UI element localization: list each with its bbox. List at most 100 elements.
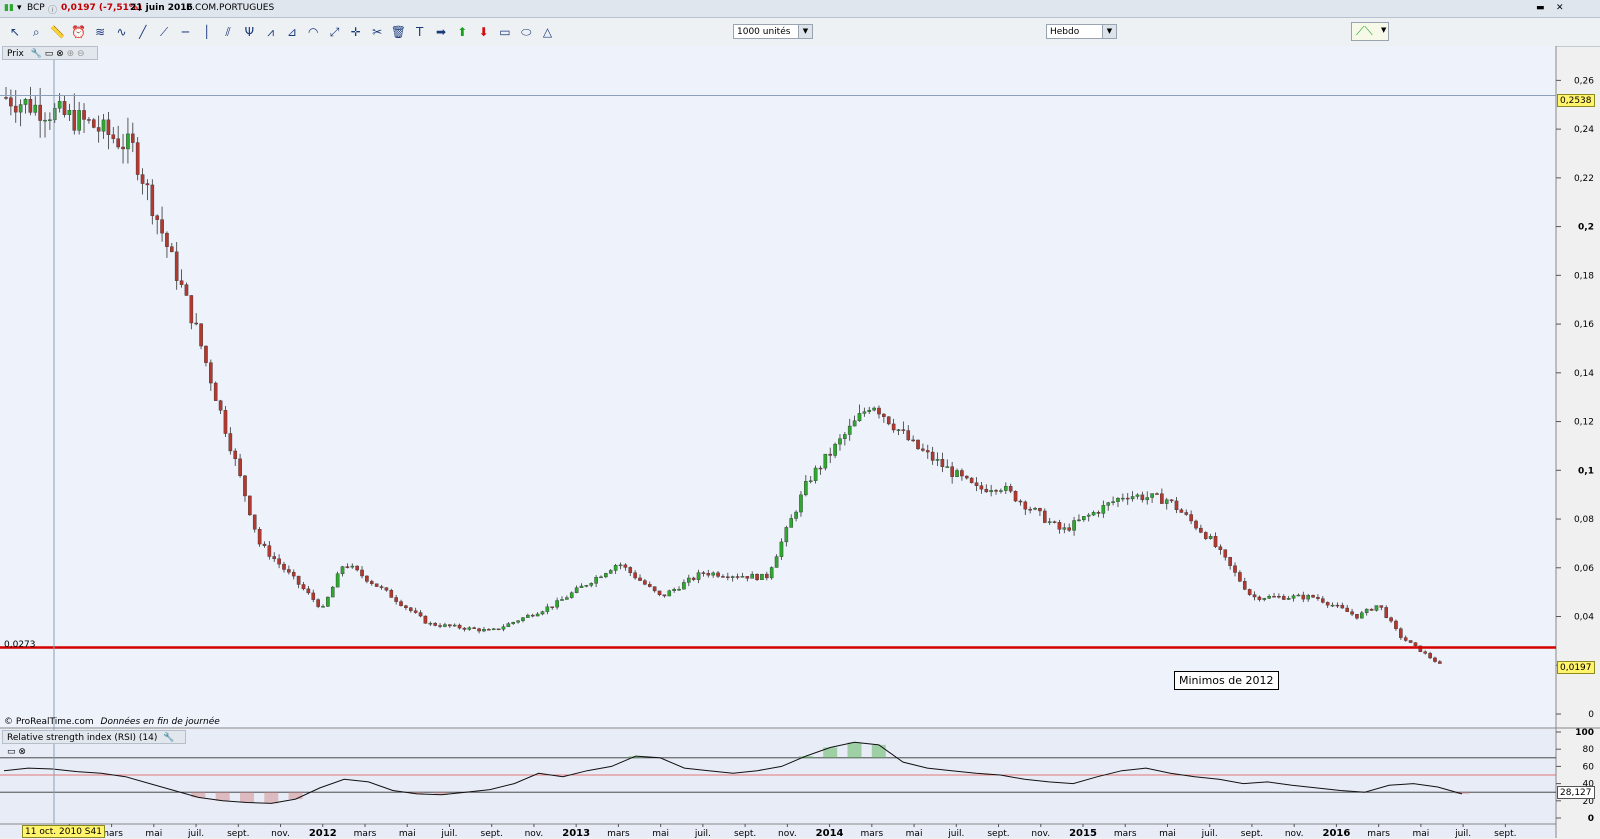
chevron-down-icon[interactable]: ▼ — [798, 25, 812, 38]
window-icon[interactable]: ▭ — [7, 747, 16, 757]
candle-body — [511, 621, 516, 624]
info-icon[interactable]: ⓘ — [48, 3, 57, 16]
wrench-icon[interactable]: 🔧 — [31, 49, 42, 59]
candle-body — [1164, 499, 1169, 504]
regression-icon[interactable]: ⩘ — [263, 24, 279, 40]
candle-body — [794, 511, 798, 519]
ellipse-icon[interactable]: ⬭ — [518, 24, 534, 40]
candle-body — [374, 583, 379, 587]
candle-body — [379, 586, 384, 588]
candle-body — [1072, 520, 1076, 531]
candle-body — [194, 322, 199, 325]
candle-body — [257, 529, 262, 545]
rsi-panel-tab[interactable]: Relative strength index (RSI) (14) 🔧 ▭ ⊗ — [2, 730, 186, 757]
candle-body — [43, 119, 47, 122]
x-year-label: 2016 — [1322, 828, 1350, 838]
period-select[interactable]: Hebdo ▼ — [1046, 24, 1117, 39]
candle-body — [589, 583, 594, 586]
symbol[interactable]: BCP — [27, 3, 45, 13]
arrow-up-green-icon[interactable]: ⬆ — [454, 24, 470, 40]
candle-body — [218, 400, 223, 411]
candle-body — [964, 475, 969, 479]
chevron-down-icon[interactable]: ▼ — [1102, 25, 1116, 38]
vline-icon[interactable]: │ — [199, 24, 215, 40]
cursor-date-flag: 11 oct. 2010 S41 — [22, 825, 105, 838]
candle-body — [1086, 514, 1091, 517]
crosshair-icon[interactable]: ✛ — [348, 24, 364, 40]
candle-body — [131, 133, 135, 143]
arrow-down-red-icon[interactable]: ⬇ — [476, 24, 492, 40]
arc-icon[interactable]: ◠ — [305, 24, 321, 40]
candle-body — [340, 566, 345, 574]
x-month-label: mai — [399, 829, 416, 838]
y-tick-label: 0,26 — [1574, 76, 1594, 86]
close-icon[interactable]: ✕ — [1556, 3, 1564, 13]
arrow-right-icon[interactable]: ➡ — [433, 24, 449, 40]
candle-body — [1047, 521, 1052, 523]
chart-type-icon[interactable]: ▮▮ — [4, 3, 14, 13]
price-panel-tab[interactable]: Prix 🔧 ▭ ⊗ ⊕ ⊖ — [2, 46, 98, 60]
candle-body — [808, 480, 813, 482]
rsi-tick-label: 80 — [1583, 745, 1595, 755]
candle-body — [38, 104, 42, 121]
text-icon[interactable]: T — [412, 24, 428, 40]
wrench-icon[interactable]: 🔧 — [163, 733, 174, 743]
close-icon[interactable]: ⊗ — [18, 747, 26, 757]
dropdown-arrow-icon[interactable]: ▾ — [17, 3, 22, 13]
candle-body — [1433, 657, 1437, 662]
hline-icon[interactable]: ─ — [177, 24, 193, 40]
rsi-tick-label: 0 — [1588, 814, 1594, 824]
fibonacci-icon[interactable]: ≋ — [92, 24, 108, 40]
pitchfork-icon[interactable]: Ψ — [241, 24, 257, 40]
candle-body — [213, 382, 218, 401]
footer-credit: © ProRealTime.com Données en fin de jour… — [4, 717, 220, 727]
up-icon[interactable]: ⊕ — [67, 49, 75, 59]
annotation-minimos[interactable]: Minimos de 2012 — [1174, 671, 1279, 690]
indicator-icon[interactable]: ∿ — [114, 24, 130, 40]
y-tick-label: 0 — [1588, 710, 1594, 720]
candle-body — [994, 490, 998, 492]
candle-body — [1355, 613, 1359, 619]
candle-body — [1233, 565, 1237, 573]
candle-body — [1194, 520, 1198, 529]
window-icon[interactable]: ▭ — [45, 49, 54, 59]
candle-body — [179, 280, 184, 285]
ruler-icon[interactable]: 📏 — [50, 24, 66, 40]
candle-body — [1428, 653, 1432, 659]
candle-body — [501, 626, 506, 630]
triangle-icon[interactable]: △ — [540, 24, 556, 40]
down-icon[interactable]: ⊖ — [77, 49, 85, 59]
candle-body — [784, 527, 789, 543]
candle-body — [189, 295, 194, 324]
candle-body — [740, 576, 745, 578]
minimize-icon[interactable]: ▬ — [1536, 3, 1545, 13]
channel-icon[interactable]: ⫽ — [220, 24, 236, 40]
candle-body — [4, 97, 8, 99]
alarm-icon[interactable]: ⏰ — [71, 24, 87, 40]
y-tick-label: 0,18 — [1574, 271, 1594, 281]
rsi-last-flag: 28,127 — [1557, 786, 1595, 799]
candle-body — [413, 610, 418, 613]
arrow-line-icon[interactable]: ⤢ — [327, 24, 343, 40]
candle-body — [267, 545, 272, 557]
chart-style-button[interactable]: ⟋⟍ ▼ — [1351, 22, 1389, 41]
zoom-icon[interactable]: ⌕ — [28, 24, 44, 40]
rectangle-icon[interactable]: ▭ — [497, 24, 513, 40]
close-icon[interactable]: ⊗ — [56, 49, 64, 59]
pointer-icon[interactable]: ↖ — [7, 24, 23, 40]
gann-icon[interactable]: ⊿ — [284, 24, 300, 40]
candle-body — [721, 576, 725, 578]
quantity-select[interactable]: 1000 unités ▼ — [733, 24, 813, 39]
candle-body — [1301, 594, 1306, 600]
chevron-down-icon[interactable]: ▼ — [1381, 26, 1386, 34]
candle-body — [891, 423, 896, 431]
candle-body — [1125, 497, 1130, 500]
candle-body — [1140, 494, 1145, 501]
candle-body — [701, 572, 706, 574]
trash-icon[interactable]: 🗑 — [390, 24, 406, 40]
line-icon[interactable]: ╱ — [135, 24, 151, 40]
candle-body — [686, 577, 691, 583]
ray-icon[interactable]: ⟋ — [156, 24, 172, 40]
candle-body — [9, 97, 13, 107]
tools-icon[interactable]: ✂ — [369, 24, 385, 40]
